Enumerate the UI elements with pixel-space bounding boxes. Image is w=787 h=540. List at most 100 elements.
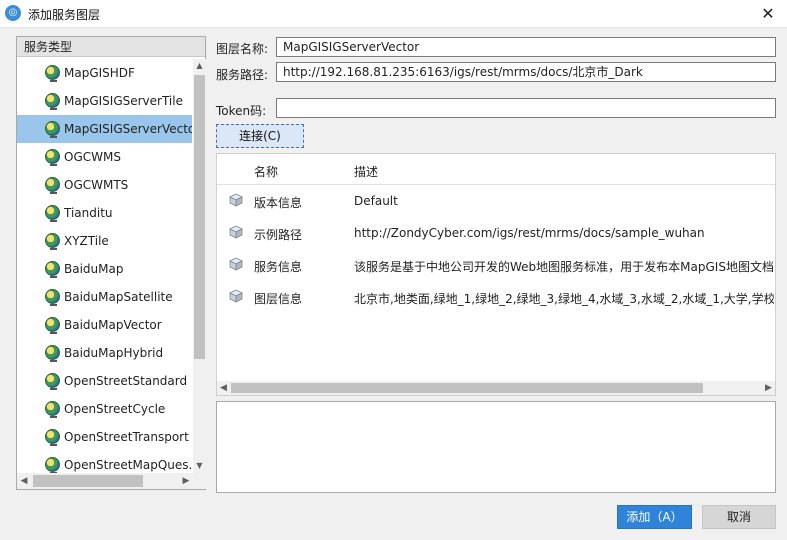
scroll-down-icon[interactable]: ▼ <box>193 459 206 473</box>
token-input[interactable] <box>276 98 776 118</box>
service-type-label: BaiduMapHybrid <box>64 346 164 360</box>
row-name: 示例路径 <box>254 228 303 242</box>
globe-icon <box>45 121 60 136</box>
row-description: 北京市,地类面,绿地_1,绿地_2,绿地_3,绿地_4,水域_3,水域_2,水域… <box>354 292 774 306</box>
globe-icon <box>45 261 60 276</box>
globe-stand-icon <box>50 136 57 138</box>
table-row[interactable]: 图层信息 北京市,地类面,绿地_1,绿地_2,绿地_3,绿地_4,水域_3,水域_… <box>217 281 775 313</box>
service-type-item[interactable]: BaiduMapHybrid <box>17 339 192 367</box>
row-description: Default <box>354 194 398 208</box>
globe-icon <box>45 177 60 192</box>
service-type-item[interactable]: OpenStreetCycle <box>17 395 192 423</box>
table-row[interactable]: 示例路径 http://ZondyCyber.com/igs/rest/mrms/… <box>217 217 775 249</box>
service-type-item[interactable]: MapGISHDF <box>17 59 192 87</box>
globe-stand-icon <box>50 276 57 278</box>
service-type-item[interactable]: BaiduMap <box>17 255 192 283</box>
globe-stand-icon <box>50 220 57 222</box>
scroll-thumb[interactable] <box>33 475 143 487</box>
globe-icon <box>45 205 60 220</box>
globe-stand-icon <box>50 416 57 418</box>
globe-stand-icon <box>50 108 57 110</box>
service-type-label: BaiduMapVector <box>64 318 162 332</box>
row-description: 该服务是基于中地公司开发的Web地图服务标准，用于发布本MapGIS地图文档。 <box>354 260 774 274</box>
service-type-item[interactable]: MapGISIGServerTile <box>17 87 192 115</box>
service-type-label: OpenStreetMapQues... <box>64 458 192 472</box>
scroll-thumb[interactable] <box>231 383 703 393</box>
connect-button[interactable]: 连接(C) <box>216 124 304 148</box>
column-header-name[interactable]: 名称 <box>254 163 278 180</box>
service-type-label: OGCWMTS <box>64 178 129 192</box>
scroll-left-icon[interactable]: ◀ <box>17 473 31 489</box>
globe-stand-icon <box>50 80 57 82</box>
row-name: 图层信息 <box>254 292 303 306</box>
scroll-thumb[interactable] <box>194 75 205 359</box>
window-title: 添加服务图层 <box>28 8 101 22</box>
globe-icon <box>45 149 60 164</box>
service-path-input[interactable]: http://192.168.81.235:6163/igs/rest/mrms… <box>276 62 776 82</box>
service-type-item[interactable]: OGCWMS <box>17 143 192 171</box>
service-type-item[interactable]: OpenStreetTransport <box>17 423 192 451</box>
close-button[interactable]: ✕ <box>757 3 779 25</box>
service-type-item[interactable]: OGCWMTS <box>17 171 192 199</box>
service-type-list: MapGISHDF MapGISIGServerTile MapGISIGServe… <box>17 59 192 473</box>
globe-icon <box>45 65 60 80</box>
scroll-up-icon[interactable]: ▲ <box>193 59 206 73</box>
service-type-label: MapGISIGServerVector <box>64 122 192 136</box>
globe-stand-icon <box>50 388 57 390</box>
globe-stand-icon <box>50 360 57 362</box>
service-type-label: MapGISIGServerTile <box>64 94 183 108</box>
globe-stand-icon <box>50 164 57 166</box>
globe-icon <box>45 373 60 388</box>
row-name: 服务信息 <box>254 260 303 274</box>
service-type-item[interactable]: BaiduMapSatellite <box>17 283 192 311</box>
service-type-item[interactable]: OpenStreetMapQues... <box>17 451 192 473</box>
title-bar: ◎ 添加服务图层 ✕ <box>0 0 787 28</box>
scroll-right-icon[interactable]: ▶ <box>762 381 775 395</box>
scroll-corner <box>193 473 206 489</box>
service-type-item[interactable]: Tianditu <box>17 199 192 227</box>
layer-name-label: 图层名称: <box>216 42 269 56</box>
service-type-item[interactable]: XYZTile <box>17 227 192 255</box>
table-header: 名称 描述 <box>217 154 775 185</box>
service-type-label: OpenStreetStandard <box>64 374 188 388</box>
service-type-item[interactable]: MapGISIGServerVector <box>17 115 192 143</box>
cancel-button[interactable]: 取消 <box>702 505 776 529</box>
service-type-item[interactable]: OpenStreetStandard <box>17 367 192 395</box>
cube-icon <box>229 193 243 207</box>
token-label: Token码: <box>216 104 267 118</box>
globe-icon <box>45 317 60 332</box>
column-header-desc[interactable]: 描述 <box>354 163 378 180</box>
service-path-label: 服务路径: <box>216 68 269 82</box>
description-textbox[interactable] <box>216 401 776 493</box>
service-list-hscrollbar[interactable]: ◀ ▶ <box>17 473 193 489</box>
globe-icon <box>45 289 60 304</box>
globe-stand-icon <box>50 248 57 250</box>
service-type-item[interactable]: BaiduMapVector <box>17 311 192 339</box>
service-type-label: BaiduMap <box>64 262 124 276</box>
service-type-label: OpenStreetTransport <box>64 430 189 444</box>
globe-stand-icon <box>50 192 57 194</box>
table-row[interactable]: 版本信息 Default <box>217 185 775 217</box>
layer-name-input[interactable]: MapGISIGServerVector <box>276 37 776 57</box>
globe-icon <box>45 233 60 248</box>
service-type-label: XYZTile <box>64 234 109 248</box>
service-type-label: MapGISHDF <box>64 66 135 80</box>
table-row[interactable]: 服务信息 该服务是基于中地公司开发的Web地图服务标准，用于发布本MapGIS地图… <box>217 249 775 281</box>
scroll-left-icon[interactable]: ◀ <box>217 381 230 395</box>
service-type-label: Tianditu <box>64 206 113 220</box>
cube-icon <box>229 289 243 303</box>
table-hscrollbar[interactable]: ◀ ▶ <box>217 381 775 395</box>
service-type-label: OGCWMS <box>64 150 121 164</box>
globe-stand-icon <box>50 444 57 446</box>
close-icon: ✕ <box>761 4 775 23</box>
globe-icon <box>45 429 60 444</box>
globe-stand-icon <box>50 332 57 334</box>
add-button[interactable]: 添加（A） <box>617 505 692 529</box>
scroll-right-icon[interactable]: ▶ <box>179 473 193 489</box>
service-list-vscrollbar[interactable]: ▲ ▼ <box>193 59 206 473</box>
app-icon: ◎ <box>5 5 21 21</box>
service-type-panel: 服务类型 MapGISHDF MapGISIGServerTile MapGISIG… <box>16 36 206 490</box>
globe-icon <box>45 93 60 108</box>
service-info-table: 名称 描述 版本信息 Default 示例路径 http://ZondyCyber.c… <box>216 153 776 396</box>
globe-icon <box>45 401 60 416</box>
